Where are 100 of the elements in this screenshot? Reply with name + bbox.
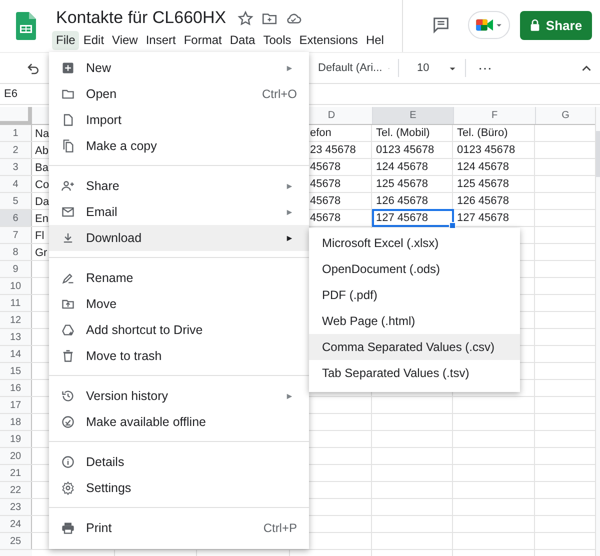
row-header[interactable]: 3 bbox=[0, 159, 32, 175]
row-header[interactable]: 19 bbox=[0, 431, 32, 447]
menu-item[interactable]: Open Ctrl+O bbox=[49, 81, 309, 107]
menu-item[interactable]: Make available offline bbox=[49, 409, 309, 435]
menu-item[interactable]: Version history bbox=[49, 383, 309, 409]
menu-item[interactable]: Details bbox=[49, 449, 309, 475]
menu-item[interactable]: Share bbox=[49, 173, 309, 199]
table-cell-text: 0123 45678 bbox=[456, 143, 516, 158]
table-cell-text: efon bbox=[309, 126, 332, 141]
email-icon bbox=[61, 205, 75, 219]
menu-item[interactable]: Make a copy bbox=[49, 133, 309, 159]
table-cell-text: 23 45678 bbox=[309, 143, 357, 158]
shortcut-text: Ctrl+P bbox=[263, 521, 297, 535]
table-cell-text: 126 45678 bbox=[375, 194, 429, 209]
details-icon bbox=[61, 455, 75, 469]
open-icon bbox=[61, 87, 75, 101]
camera-icon bbox=[475, 17, 495, 33]
table-cell-text: Tel. (Mobil) bbox=[375, 126, 431, 141]
table-cell: Na bbox=[35, 128, 50, 140]
menu-item[interactable]: Microsoft Excel (.xlsx) bbox=[309, 230, 520, 256]
menu-bar-item[interactable]: Edit bbox=[79, 31, 108, 50]
row-header[interactable]: 1 bbox=[0, 125, 32, 141]
table-cell: En bbox=[35, 212, 48, 224]
table-cell: Gr bbox=[35, 246, 48, 258]
row-header[interactable]: 12 bbox=[0, 312, 32, 328]
share-button[interactable]: Share bbox=[520, 10, 592, 40]
table-cell-text: 0123 45678 bbox=[375, 143, 436, 158]
table-cell-text: 45678 bbox=[309, 160, 342, 175]
row-header[interactable]: 14 bbox=[0, 346, 32, 362]
table-cell: Ab bbox=[35, 144, 48, 156]
table-cell-text: 45678 bbox=[309, 211, 342, 226]
font-dropdown[interactable]: Default (Ari... bbox=[318, 62, 390, 74]
lock-icon bbox=[530, 19, 540, 31]
menu-bar-item[interactable]: Insert bbox=[142, 31, 180, 50]
table-cell: Fl bbox=[35, 230, 44, 242]
row-header[interactable]: 23 bbox=[0, 499, 32, 515]
menu-bar-item[interactable]: Tools bbox=[259, 31, 296, 50]
menu-item[interactable]: Move to trash bbox=[49, 343, 309, 369]
menu-item[interactable]: Download bbox=[49, 225, 309, 251]
scrollbar[interactable] bbox=[595, 107, 600, 556]
menu-item[interactable]: OpenDocument (.ods) bbox=[309, 256, 520, 282]
column-header[interactable]: E bbox=[372, 107, 453, 124]
menu-bar-item[interactable]: Format bbox=[180, 31, 226, 50]
more-button[interactable]: ⋯ bbox=[474, 60, 496, 76]
row-header[interactable]: 13 bbox=[0, 329, 32, 345]
menu-bar-item[interactable]: Extensions bbox=[295, 31, 362, 50]
shortcut-text: Ctrl+O bbox=[262, 87, 297, 101]
comment-icon[interactable] bbox=[431, 15, 451, 35]
menu-item[interactable]: Tab Separated Values (.tsv) bbox=[309, 360, 520, 386]
menu-bar-item[interactable]: File bbox=[52, 31, 80, 50]
row-header[interactable]: 24 bbox=[0, 516, 32, 532]
row-header[interactable]: 17 bbox=[0, 397, 32, 413]
table-cell-text: 45678 bbox=[309, 194, 342, 209]
row-header[interactable]: 20 bbox=[0, 448, 32, 464]
offline-icon bbox=[61, 415, 75, 429]
menu-bar-item[interactable]: Hel bbox=[362, 31, 388, 50]
spreadsheet-icon[interactable] bbox=[16, 12, 36, 40]
row-header[interactable]: 8 bbox=[0, 244, 32, 260]
menu-item[interactable]: Web Page (.html) bbox=[309, 308, 520, 334]
menu-item[interactable]: Rename bbox=[49, 265, 309, 291]
table-cell: Da bbox=[35, 196, 50, 208]
table-cell-text: 124 45678 bbox=[456, 160, 510, 175]
menu-item[interactable]: Email bbox=[49, 199, 309, 225]
menu-item[interactable]: New bbox=[49, 55, 309, 81]
menu-bar-item[interactable]: Data bbox=[226, 31, 260, 50]
move-icon bbox=[61, 297, 75, 311]
menu-item[interactable]: Add shortcut to Drive bbox=[49, 317, 309, 343]
font-size-dropdown[interactable]: 10 bbox=[417, 62, 457, 74]
row-header[interactable]: 21 bbox=[0, 465, 32, 481]
download-icon bbox=[61, 231, 75, 245]
table-cell-text: 126 45678 bbox=[456, 194, 510, 209]
row-header[interactable]: 11 bbox=[0, 295, 32, 311]
row-header[interactable]: 9 bbox=[0, 261, 32, 277]
row-header[interactable]: 5 bbox=[0, 193, 32, 209]
document-title[interactable]: Kontakte für CL660HX bbox=[56, 8, 226, 28]
menu-item[interactable]: Comma Separated Values (.csv) bbox=[309, 334, 520, 360]
row-header[interactable]: 22 bbox=[0, 482, 32, 498]
table-cell-text: 124 45678 bbox=[375, 160, 429, 175]
star-icon[interactable] bbox=[237, 10, 254, 26]
row-header[interactable]: 6 bbox=[0, 210, 32, 226]
print-icon bbox=[61, 521, 75, 535]
row-header[interactable]: 15 bbox=[0, 363, 32, 379]
new-icon bbox=[61, 61, 75, 75]
menu-bar-item[interactable]: View bbox=[108, 31, 142, 50]
row-header[interactable]: 16 bbox=[0, 380, 32, 396]
menu-item[interactable]: Settings bbox=[49, 475, 309, 501]
row-header[interactable]: 2 bbox=[0, 142, 32, 158]
video-call-button[interactable] bbox=[468, 11, 510, 39]
menu-item[interactable]: Print Ctrl+P bbox=[49, 515, 309, 541]
undo-icon[interactable] bbox=[26, 60, 41, 76]
table-cell-text: 45678 bbox=[309, 177, 342, 192]
row-header[interactable]: 10 bbox=[0, 278, 32, 294]
menu-item[interactable]: PDF (.pdf) bbox=[309, 282, 520, 308]
menu-item[interactable]: Move bbox=[49, 291, 309, 317]
share-icon bbox=[61, 179, 75, 193]
row-header[interactable]: 7 bbox=[0, 227, 32, 243]
row-header[interactable]: 18 bbox=[0, 414, 32, 430]
row-header[interactable]: 4 bbox=[0, 176, 32, 192]
row-header[interactable]: 25 bbox=[0, 533, 32, 549]
table-cell: Co bbox=[35, 178, 50, 190]
